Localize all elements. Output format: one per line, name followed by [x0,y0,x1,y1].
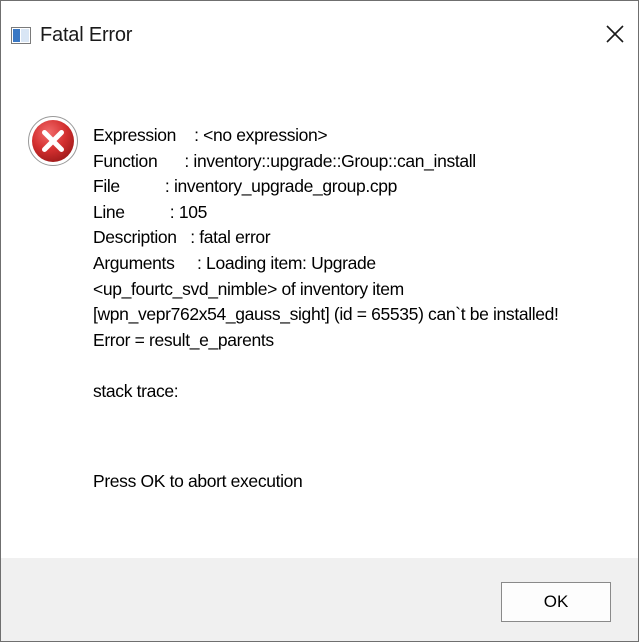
message-line-description: Description : fatal error [93,227,271,248]
dialog-footer: OK [1,558,638,641]
message-line-file: File : inventory_upgrade_group.cpp [93,176,398,197]
dialog-content: Expression : <no expression> Function : … [1,69,638,558]
app-window-icon [11,27,31,44]
title-bar[interactable]: Fatal Error [1,1,638,69]
error-icon [27,115,79,167]
message-line-line: Line : 105 [93,201,207,222]
close-button[interactable] [592,11,638,57]
message-line-expression: Expression : <no expression> [93,125,328,145]
message-spacer [93,405,628,469]
abort-prompt: Press OK to abort execution [93,470,303,491]
message-line-arguments-cont-1: <up_fourtc_svd_nimble> of inventory item [93,278,404,299]
stack-trace-label: stack trace: [93,380,179,401]
message-line-arguments-cont-2: [wpn_vepr762x54_gauss_sight] (id = 65535… [93,304,559,325]
window-title: Fatal Error [40,24,133,46]
message-line-error-code: Error = result_e_parents [93,329,274,350]
fatal-error-dialog: Fatal Error Expression: <no expression>… [0,0,639,642]
message-line-arguments: Arguments : Loading item: Upgrade [93,252,376,273]
close-icon [606,25,624,43]
error-message: Expression : <no expression> Function : … [93,123,628,494]
ok-button[interactable]: OK [501,582,611,622]
message-line-function: Function : inventory::upgrade::Group::ca… [93,150,476,171]
